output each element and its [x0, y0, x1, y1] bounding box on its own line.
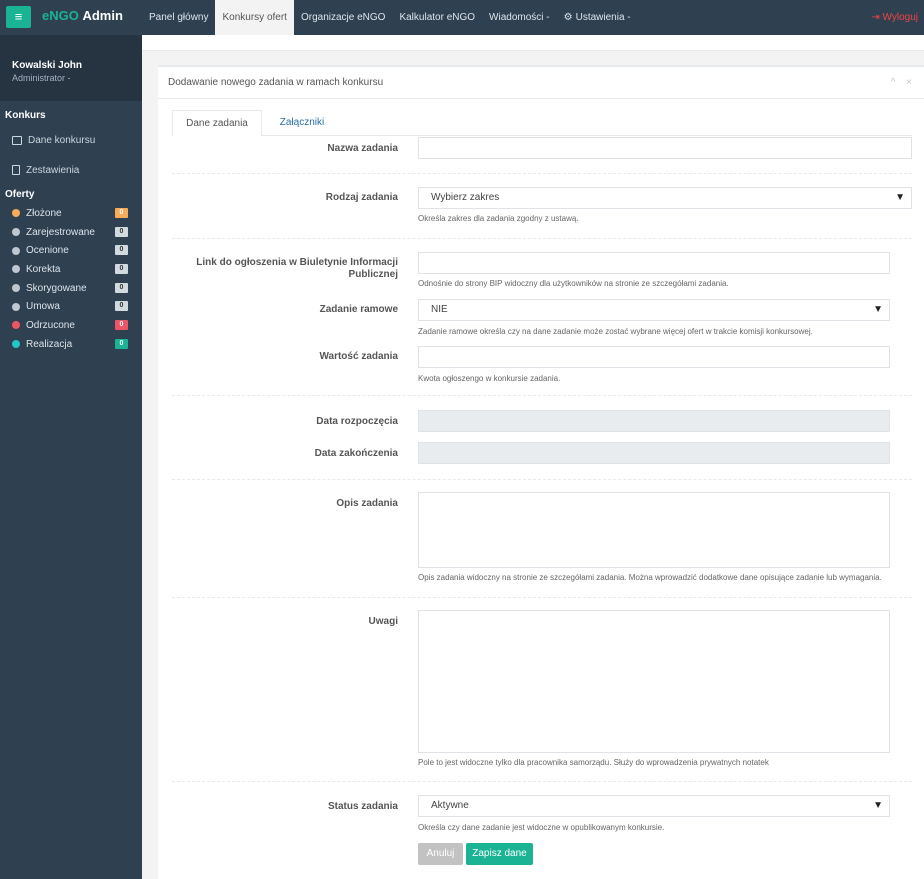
nav-organizacje-engo[interactable]: Organizacje eNGO — [294, 0, 392, 35]
rodzaj-zadania-select[interactable]: Wybierz zakres ▼ — [418, 187, 912, 209]
top-navbar: ≡ eNGO Admin Panel główny Konkursy ofert… — [0, 0, 924, 35]
sidebar-item-zestawienia[interactable]: Zestawienia — [0, 161, 142, 179]
sidebar-status-realizacja[interactable]: Realizacja 0 — [0, 335, 142, 354]
user-name: Kowalski John — [12, 60, 83, 71]
cancel-button[interactable]: Anuluj — [418, 843, 463, 865]
sidebar-item-dane-konkursu[interactable]: Dane konkursu — [0, 131, 142, 149]
opis-zadania-textarea[interactable] — [418, 492, 890, 568]
data-rozpoczecia-input[interactable] — [418, 410, 890, 432]
dropdown-arrow-icon: ▼ — [873, 800, 883, 811]
help-zadanie-ramowe: Zadanie ramowe określa czy na dane zadan… — [418, 327, 813, 336]
hamburger-icon: ≡ — [14, 9, 23, 24]
status-count-badge: 0 — [115, 301, 128, 312]
monitor-icon — [12, 135, 22, 145]
status-zadania-select[interactable]: Aktywne ▼ — [418, 795, 890, 817]
link-bip-input[interactable] — [418, 252, 890, 274]
help-rodzaj-zadania: Określa zakres dla zadania zgodny z usta… — [418, 214, 579, 223]
label-link-bip: Link do ogłoszenia w Biuletynie Informac… — [196, 257, 398, 280]
status-dot-icon — [12, 265, 20, 274]
status-count-badge: 0 — [115, 320, 128, 331]
status-count-badge: 0 — [115, 282, 128, 293]
gear-icon: ⚙ — [563, 12, 573, 23]
status-dot-icon — [12, 228, 20, 237]
wartosc-zadania-input[interactable] — [418, 346, 890, 368]
divider — [172, 395, 912, 396]
sign-out-icon: ⇥ — [871, 12, 880, 23]
user-role[interactable]: Administrator - — [12, 73, 130, 83]
nav-panel-glowny[interactable]: Panel główny — [142, 0, 215, 35]
nav-ustawienia[interactable]: ⚙ Ustawienia - — [557, 0, 638, 35]
user-profile[interactable]: Kowalski John Administrator - — [0, 35, 142, 101]
divider — [172, 173, 912, 174]
help-wartosc-zadania: Kwota ogłoszengo w konkursie zadania. — [418, 374, 561, 383]
status-dot-icon — [12, 284, 20, 293]
help-uwagi: Pole to jest widoczne tylko dla pracowni… — [418, 758, 769, 767]
panel-title: Dodawanie nowego zadania w ramach konkur… — [158, 67, 924, 99]
divider — [172, 597, 912, 598]
label-wartosc-zadania: Wartość zadania — [319, 351, 398, 362]
status-count-badge: 0 — [115, 208, 128, 218]
sidebar-status-zlozone[interactable]: Złożone 0 — [0, 204, 142, 223]
help-opis-zadania: Opis zadania widoczny na stronie ze szcz… — [418, 573, 882, 582]
sidebar-status-umowa[interactable]: Umowa 0 — [0, 297, 142, 316]
document-icon — [12, 165, 20, 175]
divider — [172, 781, 912, 782]
nav-konkursy-ofert[interactable]: Konkursy ofert — [215, 0, 294, 35]
uwagi-textarea[interactable] — [418, 610, 890, 753]
sidebar: Kowalski John Administrator - Konkurs Da… — [0, 35, 142, 879]
menu-toggle-button[interactable]: ≡ — [6, 6, 31, 28]
tab-zalaczniki[interactable]: Załączniki — [262, 110, 342, 137]
brand-logo[interactable]: eNGO Admin — [42, 8, 123, 23]
form-panel: Dodawanie nowego zadania w ramach konkur… — [158, 65, 924, 879]
divider — [172, 479, 912, 480]
status-list: Złożone 0 Zarejestrowane 0 Ocenione 0 Korek… — [0, 204, 142, 354]
nazwa-zadania-input[interactable] — [418, 137, 912, 159]
sidebar-status-skorygowane[interactable]: Skorygowane 0 — [0, 279, 142, 298]
dropdown-arrow-icon: ▼ — [873, 304, 883, 315]
label-data-zakonczenia: Data zakończenia — [314, 448, 398, 459]
label-data-rozpoczecia: Data rozpoczęcia — [316, 416, 398, 427]
section-oferty: Oferty — [5, 189, 35, 200]
status-dot-icon — [12, 209, 20, 218]
tab-dane-zadania[interactable]: Dane zadania — [172, 110, 262, 137]
main-content: Dodawanie nowego zadania w ramach konkur… — [142, 35, 924, 879]
status-dot-icon — [12, 340, 20, 349]
zadanie-ramowe-select[interactable]: NIE ▼ — [418, 299, 890, 321]
status-count-badge: 0 — [115, 245, 128, 256]
data-zakonczenia-input[interactable] — [418, 442, 890, 464]
label-uwagi: Uwagi — [368, 616, 398, 627]
page-header-strip — [142, 35, 924, 51]
panel-collapse-close-icons[interactable]: ^ × — [891, 77, 916, 88]
status-dot-icon — [12, 246, 20, 255]
status-count-badge: 0 — [115, 264, 128, 275]
status-dot-icon — [12, 302, 20, 311]
save-button[interactable]: Zapisz dane — [466, 843, 533, 865]
logout-link[interactable]: ⇥ Wyloguj — [871, 0, 918, 35]
status-count-badge: 0 — [115, 226, 128, 237]
label-nazwa-zadania: Nazwa zadania — [327, 143, 398, 154]
label-zadanie-ramowe: Zadanie ramowe — [319, 304, 398, 315]
dropdown-arrow-icon: ▼ — [895, 192, 905, 203]
section-konkurs: Konkurs — [5, 110, 46, 121]
status-count-badge: 0 — [115, 338, 128, 349]
label-rodzaj-zadania: Rodzaj zadania — [325, 192, 398, 203]
label-status-zadania: Status zadania — [327, 801, 398, 812]
main-nav: Panel główny Konkursy ofert Organizacje … — [142, 0, 638, 35]
label-opis-zadania: Opis zadania — [336, 498, 398, 509]
divider — [172, 238, 912, 239]
sidebar-status-zarejestrowane[interactable]: Zarejestrowane 0 — [0, 223, 142, 242]
nav-wiadomosci[interactable]: Wiadomości - — [482, 0, 557, 35]
nav-kalkulator-engo[interactable]: Kalkulator eNGO — [392, 0, 482, 35]
sidebar-status-ocenione[interactable]: Ocenione 0 — [0, 241, 142, 260]
status-dot-icon — [12, 321, 20, 330]
sidebar-status-korekta[interactable]: Korekta 0 — [0, 260, 142, 279]
help-status-zadania: Określa czy dane zadanie jest widoczne w… — [418, 823, 665, 832]
sidebar-status-odrzucone[interactable]: Odrzucone 0 — [0, 316, 142, 335]
tabs: Dane zadania Załączniki — [172, 110, 912, 137]
help-link-bip: Odnośnie do strony BIP widoczny dla użyt… — [418, 279, 729, 288]
